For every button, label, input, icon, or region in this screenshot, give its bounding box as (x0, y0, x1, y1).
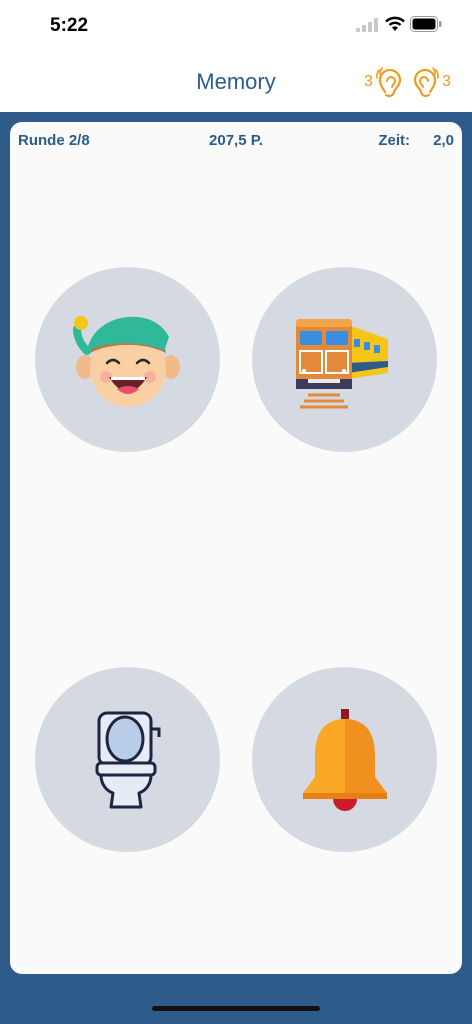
train-icon (295, 318, 388, 408)
time-label: Zeit: (378, 132, 410, 149)
memory-card-elf[interactable] (35, 267, 220, 452)
game-board: Runde 2/8 207,5 P. Zeit: 2,0 (10, 122, 462, 974)
memory-card-toilet[interactable] (35, 667, 220, 852)
status-bar: 5:22 (0, 0, 472, 52)
status-time: 5:22 (50, 15, 89, 36)
wifi-icon (385, 16, 405, 31)
bell-icon (302, 708, 387, 811)
hearing-hint-left-button[interactable]: 3 (364, 64, 405, 100)
memory-card-train[interactable] (252, 267, 437, 452)
time-value: 2,0 (433, 132, 454, 149)
ear-right-icon (413, 67, 439, 98)
memory-card-bell[interactable] (252, 667, 437, 852)
hearing-hint-left-count: 3 (364, 73, 373, 90)
battery-icon (410, 16, 442, 32)
ear-left-icon (376, 67, 402, 98)
toilet-icon (95, 711, 160, 808)
game-info-row: Runde 2/8 207,5 P. Zeit: 2,0 (10, 132, 462, 154)
hearing-hint-right-count: 3 (442, 73, 451, 90)
hearing-hint-right-button[interactable]: 3 (410, 64, 451, 100)
signal-icon (356, 18, 378, 32)
home-indicator (152, 1006, 320, 1011)
elf-icon (72, 315, 180, 407)
nav-bar: Memory 3 3 (0, 52, 472, 112)
